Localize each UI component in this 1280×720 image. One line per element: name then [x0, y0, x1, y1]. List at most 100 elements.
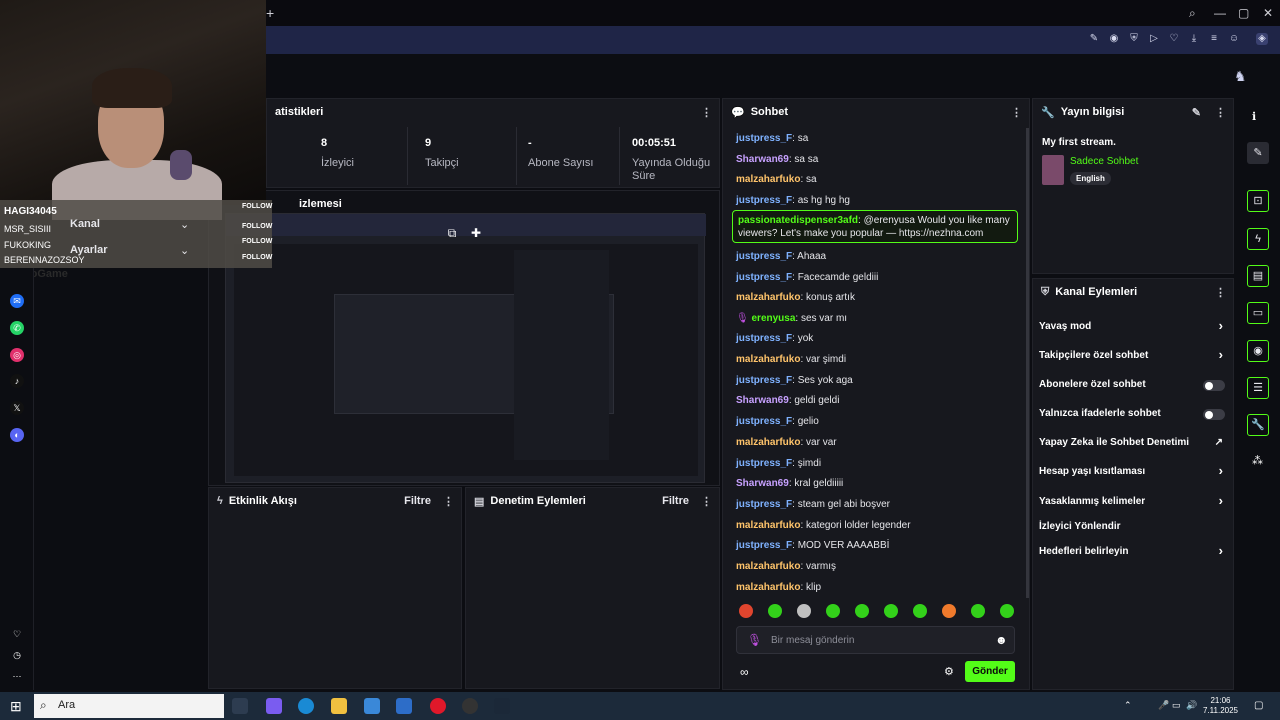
- message-username[interactable]: justpress_F: [736, 499, 792, 510]
- moderation-filter-button[interactable]: Filtre: [662, 495, 689, 507]
- taskbar-search[interactable]: ⌕ Ara: [34, 694, 224, 718]
- download-icon[interactable]: ⤓: [1188, 33, 1200, 45]
- microphone-icon[interactable]: 🎤: [1158, 700, 1169, 711]
- chevron-right-icon[interactable]: ›: [1219, 463, 1223, 478]
- play-icon[interactable]: ▷: [1148, 33, 1160, 45]
- file-explorer-icon[interactable]: [331, 698, 347, 714]
- whatsapp-icon[interactable]: ✆: [10, 321, 24, 335]
- opera-icon[interactable]: [430, 698, 446, 714]
- message-username[interactable]: Sharwan69: [736, 478, 789, 489]
- overlay-menu-item[interactable]: Ayarlar: [70, 244, 108, 256]
- more-icon[interactable]: ⋯: [10, 669, 24, 683]
- add-icon[interactable]: ✚: [468, 226, 484, 242]
- emote-icon[interactable]: [913, 604, 927, 618]
- emote-icon[interactable]: [884, 604, 898, 618]
- infinity-icon[interactable]: ∞: [740, 665, 749, 679]
- chat-menu-icon[interactable]: ⋮: [1011, 106, 1022, 119]
- highlighted-message[interactable]: passionatedispenser3afd: @erenyusa Would…: [732, 210, 1018, 243]
- message-username[interactable]: malzaharfuko: [736, 520, 800, 531]
- tiktok-icon[interactable]: ♪: [10, 374, 24, 388]
- edit-icon[interactable]: ✎: [1088, 33, 1100, 45]
- chat-scrollbar[interactable]: [1026, 128, 1029, 598]
- events-filter-button[interactable]: Filtre: [404, 495, 431, 507]
- edit-pencil-icon[interactable]: ✎: [1192, 106, 1201, 119]
- new-tab-icon[interactable]: +: [266, 5, 274, 21]
- message-username[interactable]: malzaharfuko: [736, 174, 800, 185]
- channel-actions-menu-icon[interactable]: ⋮: [1215, 286, 1226, 299]
- stream-category[interactable]: Sadece Sohbet: [1070, 156, 1138, 167]
- message-username[interactable]: justpress_F: [736, 540, 792, 551]
- message-username[interactable]: erenyusa: [751, 313, 795, 324]
- message-username[interactable]: justpress_F: [736, 133, 792, 144]
- tray-chevron-icon[interactable]: ⌃: [1124, 700, 1132, 711]
- moderation-menu-icon[interactable]: ⋮: [701, 495, 712, 508]
- camera-icon[interactable]: ◉: [1108, 33, 1120, 45]
- emote-icon[interactable]: [826, 604, 840, 618]
- edge-icon[interactable]: [298, 698, 314, 714]
- message-username[interactable]: justpress_F: [736, 333, 792, 344]
- rail-broadcast-icon[interactable]: ◉: [1247, 340, 1269, 362]
- chevron-right-icon[interactable]: ›: [1219, 493, 1223, 508]
- send-button[interactable]: Gönder: [965, 661, 1015, 682]
- events-menu-icon[interactable]: ⋮: [443, 495, 454, 508]
- microphone-icon[interactable]: 🎙: [747, 633, 762, 647]
- chevron-down-icon[interactable]: ⌄: [180, 218, 189, 231]
- channel-action-item[interactable]: Yapay Zeka ile Sohbet Denetimi ↗: [1033, 437, 1233, 453]
- profile-icon[interactable]: ☺: [1228, 33, 1240, 45]
- notification-icon[interactable]: ▢: [1254, 700, 1263, 711]
- windows-start-icon[interactable]: ⊞: [10, 698, 22, 715]
- overlay-menu-item[interactable]: Kanal: [70, 218, 100, 230]
- settings-gear-icon[interactable]: ⚙: [944, 665, 954, 678]
- history-clock-icon[interactable]: ◷: [10, 648, 24, 662]
- message-username[interactable]: malzaharfuko: [736, 437, 800, 448]
- rail-edit-icon[interactable]: ✎: [1247, 142, 1269, 164]
- rail-document-icon[interactable]: ▤: [1247, 265, 1269, 287]
- message-username[interactable]: Sharwan69: [736, 395, 789, 406]
- chevron-right-icon[interactable]: ›: [1219, 347, 1223, 362]
- channel-action-item[interactable]: Yavaş mod ›: [1033, 318, 1233, 337]
- steam-icon[interactable]: [494, 698, 510, 714]
- discord-icon[interactable]: ◐: [10, 428, 24, 442]
- close-icon[interactable]: ✕: [1263, 6, 1273, 20]
- menu-icon[interactable]: ≡: [1208, 33, 1220, 45]
- channel-action-item[interactable]: Hesap yaşı kısıtlaması ›: [1033, 463, 1233, 482]
- minimize-icon[interactable]: —: [1214, 6, 1226, 20]
- obs-icon[interactable]: [462, 698, 478, 714]
- x-icon[interactable]: 𝕏: [10, 401, 24, 415]
- message-username[interactable]: justpress_F: [736, 416, 792, 427]
- message-username[interactable]: justpress_F: [736, 272, 792, 283]
- shield-icon[interactable]: ⛨: [1128, 33, 1140, 45]
- search-icon[interactable]: ⌕: [1189, 6, 1196, 21]
- rail-share-icon[interactable]: ⁂: [1252, 454, 1263, 467]
- emote-icon[interactable]: [855, 604, 869, 618]
- message-username[interactable]: malzaharfuko: [736, 582, 800, 593]
- emote-icon[interactable]: [971, 604, 985, 618]
- emote-icon[interactable]: [1000, 604, 1014, 618]
- message-username[interactable]: Sharwan69: [736, 154, 789, 165]
- message-username[interactable]: justpress_F: [736, 195, 792, 206]
- outlook-icon[interactable]: [396, 698, 412, 714]
- emote-icon[interactable]: [797, 604, 811, 618]
- chevron-down-icon[interactable]: ⌄: [180, 244, 189, 257]
- emote-icon[interactable]: [768, 604, 782, 618]
- info-icon[interactable]: ℹ: [1252, 110, 1256, 123]
- store-icon[interactable]: [364, 698, 380, 714]
- task-view-icon[interactable]: [232, 698, 248, 714]
- message-username[interactable]: malzaharfuko: [736, 561, 800, 572]
- messenger-icon[interactable]: ✉: [10, 294, 24, 308]
- rail-bolt-icon[interactable]: ϟ: [1247, 228, 1269, 250]
- emote-icon[interactable]: [739, 604, 753, 618]
- chevron-right-icon[interactable]: ›: [1219, 543, 1223, 558]
- channel-action-item[interactable]: Takipçilere özel sohbet ›: [1033, 347, 1233, 366]
- taskbar-clock[interactable]: 21:06 7.11.2025: [1203, 696, 1238, 716]
- volume-icon[interactable]: 🔊: [1186, 700, 1197, 711]
- message-username[interactable]: justpress_F: [736, 375, 792, 386]
- toggle-switch[interactable]: [1203, 409, 1225, 420]
- instagram-icon[interactable]: ◎: [10, 348, 24, 362]
- rail-stack-icon[interactable]: ☰: [1247, 377, 1269, 399]
- favorites-heart-icon[interactable]: ♡: [10, 627, 24, 641]
- channel-action-item[interactable]: Yasaklanmış kelimeler ›: [1033, 493, 1233, 512]
- popout-icon[interactable]: ⧉: [444, 226, 460, 242]
- maximize-icon[interactable]: ▢: [1238, 6, 1249, 20]
- heart-icon[interactable]: ♡: [1168, 33, 1180, 45]
